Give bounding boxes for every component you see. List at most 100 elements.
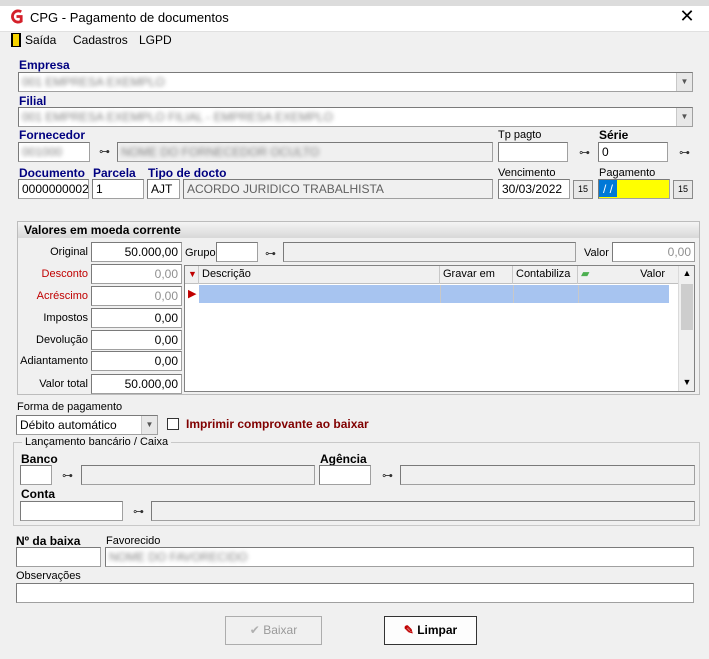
grid-col-valor[interactable]: ▰ Valor [578, 266, 669, 284]
original-input[interactable]: 50.000,00 [91, 242, 182, 262]
baixa-input[interactable] [16, 547, 101, 567]
grupo-input[interactable] [216, 242, 258, 262]
window-title: CPG - Pagamento de documentos [30, 10, 229, 25]
chevron-down-icon[interactable]: ▼ [676, 108, 692, 126]
banco-desc-field [81, 465, 315, 485]
grid-scrollbar[interactable]: ▲ ▼ [678, 266, 694, 391]
menu-cadastros[interactable]: Cadastros [73, 33, 128, 47]
valor-total-label: Valor total [39, 378, 88, 390]
fornecedor-code-input[interactable]: 001000 [18, 142, 90, 162]
current-row-icon: ▶ [188, 288, 197, 300]
lancamento-title: Lançamento bancário / Caixa [22, 436, 172, 448]
grid-col-descricao[interactable]: Descrição [199, 266, 440, 284]
desconto-input[interactable]: 0,00 [91, 264, 182, 284]
grid-col-contabiliza[interactable]: Contabiliza [513, 266, 578, 284]
agencia-label: Agência [320, 452, 367, 466]
binoculars-search-icon[interactable]: ⊶ [99, 145, 110, 158]
tp-pagto-input[interactable] [498, 142, 568, 162]
valores-title: Valores em moeda corrente [18, 222, 699, 238]
binoculars-search-icon[interactable]: ⊶ [62, 469, 73, 482]
valores-grid[interactable]: ▼ Descrição Gravar em Contabiliza ▰ Valo… [184, 265, 695, 392]
background-window-strip [0, 0, 709, 6]
binoculars-search-icon[interactable]: ⊶ [579, 146, 590, 159]
scroll-thumb[interactable] [681, 284, 693, 330]
tipo-docto-desc-field: ACORDO JURIDICO TRABALHISTA [183, 179, 493, 199]
adiantamento-input[interactable]: 0,00 [91, 351, 182, 371]
documento-input[interactable]: 0000000002 [18, 179, 89, 199]
favorecido-input[interactable]: NOME DO FAVORECIDO [105, 547, 694, 567]
sort-arrow-icon[interactable]: ▼ [185, 266, 199, 284]
pagamento-selected-text: / / [599, 180, 618, 197]
conta-desc-field [151, 501, 695, 521]
parcela-label: Parcela [93, 166, 136, 180]
conta-input[interactable] [20, 501, 123, 521]
filial-value: 001 EMPRESA EXEMPLO FILIAL - EMPRESA EXE… [22, 110, 334, 124]
binoculars-search-icon[interactable]: ⊶ [382, 469, 393, 482]
fornecedor-code: 001000 [22, 145, 63, 159]
parcela-input[interactable]: 1 [92, 179, 144, 199]
grid-col-valor-label: Valor [640, 268, 665, 280]
calendar-icon[interactable]: 15 [573, 180, 593, 199]
tipo-docto-code-input[interactable]: AJT [147, 179, 180, 199]
baixa-label: Nº da baixa [16, 534, 81, 548]
forma-pagamento-label: Forma de pagamento [17, 401, 123, 413]
valor-input[interactable]: 0,00 [612, 242, 695, 262]
impostos-label: Impostos [43, 312, 88, 324]
documento-label: Documento [19, 166, 85, 180]
close-icon[interactable]: ✕ [678, 6, 696, 26]
binoculars-search-icon[interactable]: ⊶ [679, 146, 690, 159]
binoculars-search-icon[interactable]: ⊶ [133, 505, 144, 518]
binoculars-search-icon[interactable]: ⊶ [265, 247, 276, 260]
pagamento-label: Pagamento [599, 167, 656, 179]
empresa-select[interactable]: 001 EMPRESA EXEMPLO ▼ [18, 72, 693, 92]
chevron-down-icon[interactable]: ▼ [676, 73, 692, 91]
serie-input[interactable]: 0 [598, 142, 668, 162]
acrescimo-input[interactable]: 0,00 [91, 286, 182, 306]
checkmark-icon: ✔ [249, 623, 260, 637]
tp-pagto-label: Tp pagto [498, 129, 542, 141]
agencia-input[interactable] [319, 465, 371, 485]
forma-pagamento-select[interactable]: Débito automático ▼ [16, 415, 158, 435]
scroll-up-icon[interactable]: ▲ [679, 268, 695, 280]
grid-header: ▼ Descrição Gravar em Contabiliza ▰ Valo… [185, 266, 679, 284]
menu-saida[interactable]: Saída [25, 33, 56, 47]
empresa-value: 001 EMPRESA EXEMPLO [22, 75, 165, 89]
acrescimo-label: Acréscimo [36, 290, 88, 302]
original-label: Original [50, 246, 88, 258]
grid-divider [513, 285, 514, 303]
grupo-desc-field [283, 242, 576, 262]
tipo-docto-label: Tipo de docto [148, 166, 227, 180]
imprimir-label[interactable]: Imprimir comprovante ao baixar [186, 417, 369, 431]
imprimir-checkbox[interactable] [167, 418, 179, 430]
grid-col-gravar-em[interactable]: Gravar em [440, 266, 513, 284]
observacoes-input[interactable] [16, 583, 694, 603]
grid-divider [440, 285, 441, 303]
desconto-label: Desconto [41, 268, 88, 280]
grid-row[interactable]: ▶ [185, 285, 669, 303]
baixar-button[interactable]: ✔ Baixar [225, 616, 322, 645]
chevron-down-icon[interactable]: ▼ [141, 416, 157, 434]
calendar-icon[interactable]: 15 [673, 180, 693, 199]
pagamento-input[interactable]: / / [598, 179, 670, 199]
app-logo-icon [11, 9, 23, 24]
filial-select[interactable]: 001 EMPRESA EXEMPLO FILIAL - EMPRESA EXE… [18, 107, 693, 127]
valor-label: Valor [584, 247, 609, 259]
agencia-desc-field [400, 465, 695, 485]
menu-lgpd[interactable]: LGPD [139, 33, 172, 47]
devolucao-label: Devolução [36, 334, 88, 346]
row-indicator: ▶ [185, 285, 199, 303]
exit-door-icon [11, 33, 21, 47]
filial-label: Filial [19, 94, 47, 108]
eraser-broom-icon: ✎ [403, 623, 414, 637]
banco-input[interactable] [20, 465, 52, 485]
adiantamento-label: Adiantamento [20, 355, 88, 367]
limpar-button[interactable]: ✎ Limpar [384, 616, 477, 645]
serie-label: Série [599, 128, 629, 142]
scroll-down-icon[interactable]: ▼ [679, 377, 695, 389]
devolucao-input[interactable]: 0,00 [91, 330, 182, 350]
baixar-label: Baixar [263, 623, 298, 637]
fornecedor-name: NOME DO FORNECEDOR OCULTO [121, 145, 320, 159]
vencimento-input[interactable]: 30/03/2022 [498, 179, 570, 199]
favorecido-label: Favorecido [106, 535, 161, 547]
impostos-input[interactable]: 0,00 [91, 308, 182, 328]
